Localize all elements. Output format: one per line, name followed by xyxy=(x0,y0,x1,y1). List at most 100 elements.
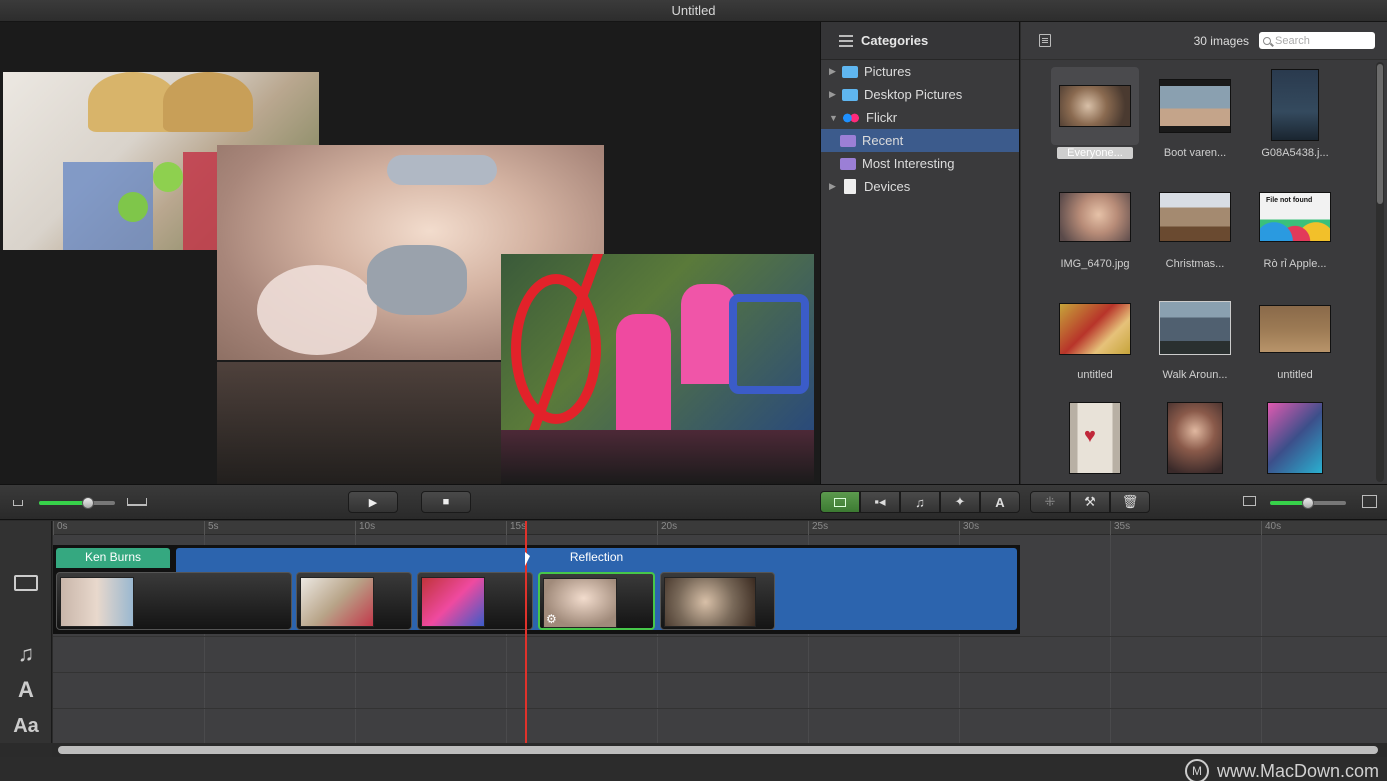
thumbnail-label: Rò rỉ Apple... xyxy=(1263,258,1327,270)
tick-label: 0s xyxy=(53,521,68,535)
scrollbar-knob[interactable] xyxy=(1377,64,1383,204)
sidebar-item-label: Recent xyxy=(862,133,904,148)
preview-stage[interactable] xyxy=(0,22,820,484)
music-note-icon: ♫ xyxy=(17,641,35,666)
image-browser: 30 images Everyone... Boot varen... G08A… xyxy=(1021,22,1387,484)
disclosure-triangle-icon[interactable]: ▶ xyxy=(829,181,839,192)
list-icon xyxy=(839,34,853,47)
search-icon xyxy=(1263,36,1271,45)
tick-label: 40s xyxy=(1261,521,1281,535)
stop-button[interactable]: ■ xyxy=(421,491,471,513)
slider-knob[interactable] xyxy=(1302,497,1314,509)
timeline-clip[interactable] xyxy=(660,572,775,630)
sidebar-item-flickr[interactable]: ▼ Flickr xyxy=(821,106,1019,129)
text-segment[interactable]: A xyxy=(980,491,1020,513)
thumbnail-label: G08A5438.j... xyxy=(1261,147,1329,159)
thumbnail-item[interactable]: File not found Rò rỉ Apple... xyxy=(1245,178,1345,283)
inspector-segment[interactable]: ⚒ xyxy=(1070,491,1110,513)
thumbnail-label: untitled xyxy=(1277,369,1313,381)
tick-label: 15s xyxy=(506,521,526,535)
thumbnail-size-slider[interactable] xyxy=(1270,497,1346,509)
clip-thumbnail xyxy=(300,577,374,627)
thumbnail-item[interactable]: Everyone... xyxy=(1045,67,1145,172)
disclosure-triangle-icon[interactable]: ▶ xyxy=(829,89,839,100)
tick-label: 35s xyxy=(1110,521,1130,535)
sidebar-item-pictures[interactable]: ▶ Pictures xyxy=(821,60,1019,83)
app-window: Untitled Categories ▶ Pictures ▶ Desktop… xyxy=(0,0,1387,781)
disclosure-triangle-icon[interactable]: ▶ xyxy=(829,66,839,77)
categories-title: Categories xyxy=(861,33,929,48)
zoom-out-icon[interactable] xyxy=(13,500,23,506)
watermark-text: www.MacDown.com xyxy=(1216,760,1379,781)
ruler-icon[interactable] xyxy=(127,498,147,506)
tick-label: 5s xyxy=(204,521,219,535)
thumbnail-label: IMG_6470.jpg xyxy=(1060,258,1130,270)
sidebar-item-desktop-pictures[interactable]: ▶ Desktop Pictures xyxy=(821,83,1019,106)
align-segment[interactable]: ⁜ xyxy=(1030,491,1070,513)
sidebar-item-label: Desktop Pictures xyxy=(864,87,963,102)
clip-thumbnail xyxy=(664,577,756,627)
thumbnail-item[interactable]: IMG_6470.jpg xyxy=(1045,178,1145,283)
photo-track: Ken Burns Reflection ⚙ xyxy=(53,545,1020,634)
sidebar-item-devices[interactable]: ▶ Devices xyxy=(821,175,1019,198)
thumbnail-image xyxy=(1271,69,1319,141)
thumbnail-item[interactable]: Boot varen... xyxy=(1145,67,1245,172)
sidebar-item-label: Pictures xyxy=(864,64,911,79)
timeline-scrollbar[interactable] xyxy=(52,743,1387,757)
watermark-logo: M xyxy=(1184,759,1209,781)
heart-icon: ♥ xyxy=(1084,425,1096,447)
small-image-icon[interactable] xyxy=(1243,496,1256,506)
delete-segment[interactable]: 🗑 xyxy=(1110,491,1150,513)
sidebar-item-most-interesting[interactable]: Most Interesting xyxy=(821,152,1019,175)
search-field[interactable] xyxy=(1259,32,1375,49)
photo-track-header[interactable] xyxy=(0,545,52,621)
photo-segment[interactable] xyxy=(820,491,860,513)
caption-track-header[interactable]: Aa xyxy=(0,709,52,743)
timeline-clip[interactable]: ⚙ xyxy=(538,572,655,630)
thumbnail-item[interactable]: untitled xyxy=(1045,289,1145,394)
play-button[interactable]: ▶ xyxy=(348,491,398,513)
timeline-zoom-slider[interactable] xyxy=(39,497,115,509)
large-image-icon[interactable] xyxy=(1362,495,1377,508)
sidebar-item-recent[interactable]: Recent xyxy=(821,129,1019,152)
tick-label: 30s xyxy=(959,521,979,535)
ken-burns-transition[interactable]: Ken Burns xyxy=(56,548,170,568)
timeline-clip[interactable] xyxy=(56,572,292,630)
slider-knob[interactable] xyxy=(82,497,94,509)
search-input[interactable] xyxy=(1275,34,1365,47)
thumbnail-item[interactable]: G08A5438.j... xyxy=(1245,67,1345,172)
tick-label: 25s xyxy=(808,521,828,535)
browser-scrollbar[interactable] xyxy=(1376,62,1384,482)
thumbnail-image xyxy=(1167,402,1223,474)
thumbnail-item[interactable]: Walk Aroun... xyxy=(1145,289,1245,394)
folder-icon xyxy=(842,88,858,101)
timeline[interactable]: 0s 5s 10s 15s 20s 25s 30s 35s 40s Ken Bu… xyxy=(53,521,1387,743)
timeline-clip[interactable] xyxy=(417,572,533,630)
video-segment[interactable]: ▪◂ xyxy=(860,491,900,513)
thumbnail-item[interactable]: untitled xyxy=(1245,289,1345,394)
audio-track-header[interactable]: ♫ xyxy=(0,637,52,671)
preview-reflection-playground xyxy=(501,430,814,484)
categories-header: Categories xyxy=(821,22,1019,60)
tick-label: 20s xyxy=(657,521,677,535)
disclosure-triangle-icon[interactable]: ▼ xyxy=(829,113,839,123)
scrollbar-knob[interactable] xyxy=(58,746,1378,754)
thumbnail-item[interactable]: Christmas... xyxy=(1145,178,1245,283)
title-track-header[interactable]: A xyxy=(0,673,52,707)
clip-thumbnail xyxy=(60,577,134,627)
align-icon: ⁜ xyxy=(1044,494,1056,509)
time-ruler[interactable]: 0s 5s 10s 15s 20s 25s 30s 35s 40s xyxy=(53,521,1387,535)
thumbnail-image xyxy=(1059,85,1131,127)
photo-icon xyxy=(834,497,846,507)
timeline-toolbar: ▶ ■ ▪◂ ♫ ✦ A ⁜ ⚒ 🗑 xyxy=(0,484,1387,520)
list-view-icon[interactable] xyxy=(1039,34,1051,47)
thumbnail-image xyxy=(1159,192,1231,242)
file-not-found-text: File not found xyxy=(1266,197,1313,204)
effects-segment[interactable]: ✦ xyxy=(940,491,980,513)
watermark: M www.MacDown.com xyxy=(1184,759,1379,781)
sidebar-item-label: Most Interesting xyxy=(862,156,955,171)
timeline-clip[interactable] xyxy=(296,572,412,630)
gear-icon[interactable]: ⚙ xyxy=(546,612,557,626)
music-segment[interactable]: ♫ xyxy=(900,491,940,513)
browser-toolbar: 30 images xyxy=(1021,22,1387,60)
